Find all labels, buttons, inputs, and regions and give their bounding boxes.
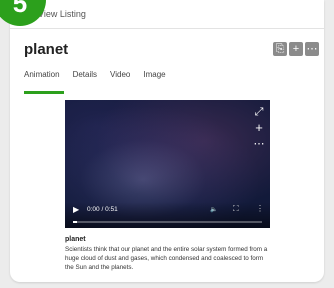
- tab-image[interactable]: Image: [143, 70, 165, 86]
- caption-title: planet: [65, 236, 86, 243]
- fullscreen-icon[interactable]: ⛶: [233, 204, 239, 214]
- tab-video[interactable]: Video: [110, 70, 130, 86]
- menu-icon[interactable]: ⋮: [256, 204, 264, 213]
- add-icon[interactable]: +: [253, 121, 265, 134]
- tab-details[interactable]: Details: [73, 70, 97, 86]
- header-divider: [10, 28, 324, 29]
- play-icon[interactable]: ▶: [73, 205, 79, 214]
- progress-fill: [73, 221, 77, 223]
- volume-icon[interactable]: 🔈: [210, 206, 217, 213]
- plus-icon[interactable]: +: [289, 42, 303, 56]
- toolbar: ⎘ + ⋯: [273, 42, 319, 56]
- copy-icon[interactable]: ⎘: [273, 42, 287, 56]
- tab-animation[interactable]: Animation: [24, 70, 64, 94]
- view-listing-link[interactable]: View Listing: [38, 9, 86, 19]
- progress-bar[interactable]: [73, 221, 262, 223]
- time-display: 0:00 / 0:51: [87, 206, 118, 213]
- more-icon[interactable]: ⋯: [253, 138, 265, 150]
- player-controls: ▶ 0:00 / 0:51 🔈 ⛶ ⋮: [65, 202, 270, 228]
- tab-bar: Animation Details Video Image: [24, 70, 166, 94]
- caption-text: Scientists think that our planet and the…: [65, 246, 268, 271]
- expand-icon[interactable]: ⤢: [253, 106, 265, 118]
- video-player[interactable]: ⤢ + ⋯ ▶ 0:00 / 0:51 🔈 ⛶ ⋮: [65, 100, 270, 228]
- more-icon[interactable]: ⋯: [305, 42, 319, 56]
- page-title: planet: [24, 41, 69, 58]
